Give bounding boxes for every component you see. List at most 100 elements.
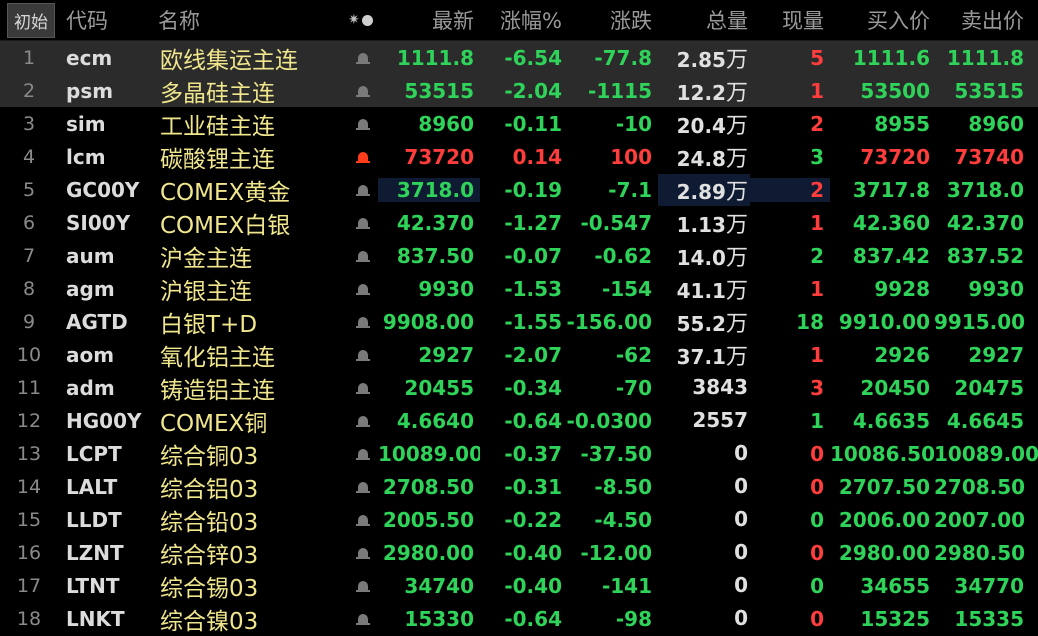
- row-code: AGTD: [66, 309, 128, 334]
- row-code: LALT: [66, 474, 118, 499]
- table-row[interactable]: 9 AGTD 白银T+D 9908.00 -1.55 -156.00 55.2万 18 9910…: [0, 305, 1038, 338]
- table-row[interactable]: 11 adm 铸造铝主连 20455 -0.34 -70 3843 3 20450 20475: [0, 371, 1038, 404]
- row-chg: -62: [615, 342, 652, 367]
- row-index: 6: [22, 211, 36, 234]
- row-ask: 42.370: [946, 210, 1024, 235]
- row-volume-unit: 万: [725, 47, 748, 73]
- row-volume-value: 3843: [692, 375, 748, 399]
- row-name: 综合铜03: [160, 443, 259, 470]
- bell-icon[interactable]: [356, 382, 370, 396]
- table-row[interactable]: 16 LZNT 综合锌03 2980.00 -0.40 -12.00 0 0 2980.00 29…: [0, 536, 1038, 569]
- header-sort-cell: 初始: [0, 2, 58, 38]
- dot-icon[interactable]: [361, 14, 373, 26]
- bell-icon[interactable]: [356, 514, 370, 528]
- bell-icon[interactable]: [356, 415, 370, 429]
- header-chg[interactable]: 涨跌: [566, 5, 658, 35]
- table-row[interactable]: 5 GC00Y COMEX黄金 3718.0 -0.19 -7.1 2.89万 2 3717.8…: [0, 173, 1038, 206]
- row-last: 15330: [404, 606, 474, 631]
- row-ask: 73740: [954, 144, 1024, 169]
- row-last: 4.6640: [396, 408, 474, 433]
- table-row[interactable]: 6 SI00Y COMEX白银 42.370 -1.27 -0.547 1.13万 1 42.3…: [0, 206, 1038, 239]
- header-ask[interactable]: 卖出价: [934, 5, 1038, 35]
- row-name: 沪金主连: [160, 245, 252, 272]
- header-code[interactable]: 代码: [58, 5, 150, 35]
- bell-icon[interactable]: [356, 481, 370, 495]
- bell-icon[interactable]: [356, 283, 370, 297]
- bell-icon[interactable]: [356, 85, 370, 99]
- bell-icon[interactable]: [356, 580, 370, 594]
- row-chg: -10: [615, 111, 652, 136]
- row-code: agm: [66, 276, 115, 301]
- table-row[interactable]: 18 LNKT 综合镍03 15330 -0.64 -98 0 0 15325 15335: [0, 602, 1038, 635]
- table-row[interactable]: 8 agm 沪银主连 9930 -1.53 -154 41.1万 1 9928 9930: [0, 272, 1038, 305]
- row-name: 碳酸锂主连: [160, 146, 275, 173]
- table-row[interactable]: 15 LLDT 综合铅03 2005.50 -0.22 -4.50 0 0 2006.00 200…: [0, 503, 1038, 536]
- row-volume-unit: 万: [725, 113, 748, 139]
- row-name: 工业硅主连: [160, 113, 275, 140]
- row-index: 14: [16, 475, 42, 498]
- bell-icon[interactable]: [356, 448, 370, 462]
- row-index: 1: [22, 46, 36, 69]
- row-last: 2708.50: [382, 474, 474, 499]
- row-alert-cell: [348, 607, 378, 631]
- row-current-volume: 3: [810, 144, 824, 169]
- bell-icon[interactable]: [356, 547, 370, 561]
- header-bid[interactable]: 买入价: [830, 5, 934, 35]
- bell-icon[interactable]: [356, 52, 370, 66]
- table-row[interactable]: 14 LALT 综合铝03 2708.50 -0.31 -8.50 0 0 2707.50 270…: [0, 470, 1038, 503]
- row-name: COMEX黄金: [160, 179, 291, 206]
- header-vol[interactable]: 总量: [658, 5, 750, 35]
- gear-icon[interactable]: ✷: [348, 12, 360, 28]
- row-volume-value: 2557: [692, 408, 748, 432]
- table-row[interactable]: 17 LTNT 综合锡03 34740 -0.40 -141 0 0 34655 34770: [0, 569, 1038, 602]
- row-volume: 2557: [658, 408, 750, 433]
- row-volume: 3843: [658, 375, 750, 400]
- table-row[interactable]: 13 LCPT 综合铜03 10089.00 -0.37 -37.50 0 0 10086.50…: [0, 437, 1038, 470]
- row-volume: 14.0万: [658, 240, 750, 272]
- header-last[interactable]: 最新: [378, 5, 480, 35]
- bell-icon[interactable]: [356, 184, 370, 198]
- bell-icon[interactable]: [356, 316, 370, 330]
- row-pct: -6.54: [504, 45, 562, 70]
- bell-icon[interactable]: [356, 250, 370, 264]
- bell-icon[interactable]: [356, 613, 370, 627]
- table-row[interactable]: 1 ecm 欧线集运主连 1111.8 -6.54 -77.8 2.85万 5 1111.6 11…: [0, 41, 1038, 74]
- table-row[interactable]: 12 HG00Y COMEX铜 4.6640 -0.64 -0.0300 2557 1 4.66…: [0, 404, 1038, 437]
- table-row[interactable]: 10 aom 氧化铝主连 2927 -2.07 -62 37.1万 1 2926 2927: [0, 338, 1038, 371]
- row-code: lcm: [66, 144, 106, 169]
- header-pct[interactable]: 涨幅%: [480, 5, 566, 35]
- table-row[interactable]: 2 psm 多晶硅主连 53515 -2.04 -1115 12.2万 1 53500 53515: [0, 74, 1038, 107]
- row-volume: 0: [658, 441, 750, 466]
- bell-icon[interactable]: [356, 151, 370, 165]
- table-row[interactable]: 7 aum 沪金主连 837.50 -0.07 -0.62 14.0万 2 837.42 837.…: [0, 239, 1038, 272]
- sort-reset-button[interactable]: 初始: [7, 2, 55, 38]
- row-chg: -8.50: [594, 474, 652, 499]
- quote-table: 初始 代码 名称 ✷ 最新 涨幅% 涨跌 总量 现量 买入价 卖出价 1 ecm 欧…: [0, 0, 1038, 636]
- row-alert-cell: [348, 442, 378, 466]
- header-cur[interactable]: 现量: [750, 5, 830, 35]
- row-bid: 2006.00: [838, 507, 930, 532]
- row-pct: -0.40: [504, 540, 562, 565]
- row-chg: -4.50: [594, 507, 652, 532]
- row-name: 综合镍03: [160, 608, 259, 635]
- row-ask: 2007.00: [934, 507, 1026, 532]
- row-volume-value: 0: [734, 573, 748, 597]
- row-current-volume: 0: [810, 573, 824, 598]
- row-volume-value: 2.89: [676, 179, 726, 204]
- row-current-volume: 0: [810, 474, 824, 499]
- row-pct: -2.04: [504, 78, 562, 103]
- bell-icon[interactable]: [356, 118, 370, 132]
- row-name: 白银T+D: [160, 311, 258, 338]
- bell-icon[interactable]: [356, 217, 370, 231]
- bell-icon[interactable]: [356, 349, 370, 363]
- header-name[interactable]: 名称: [150, 5, 348, 35]
- header-settings[interactable]: ✷: [348, 12, 378, 28]
- table-row[interactable]: 3 sim 工业硅主连 8960 -0.11 -10 20.4万 2 8955 8960: [0, 107, 1038, 140]
- row-alert-cell: [348, 475, 378, 499]
- row-pct: -0.19: [504, 177, 562, 202]
- row-last: 9908.00: [382, 309, 474, 334]
- row-current-volume: 0: [810, 540, 824, 565]
- row-chg: -156.00: [566, 309, 652, 334]
- table-row[interactable]: 4 lcm 碳酸锂主连 73720 0.14 100 24.8万 3 73720 73740: [0, 140, 1038, 173]
- row-current-volume: 2: [810, 243, 824, 268]
